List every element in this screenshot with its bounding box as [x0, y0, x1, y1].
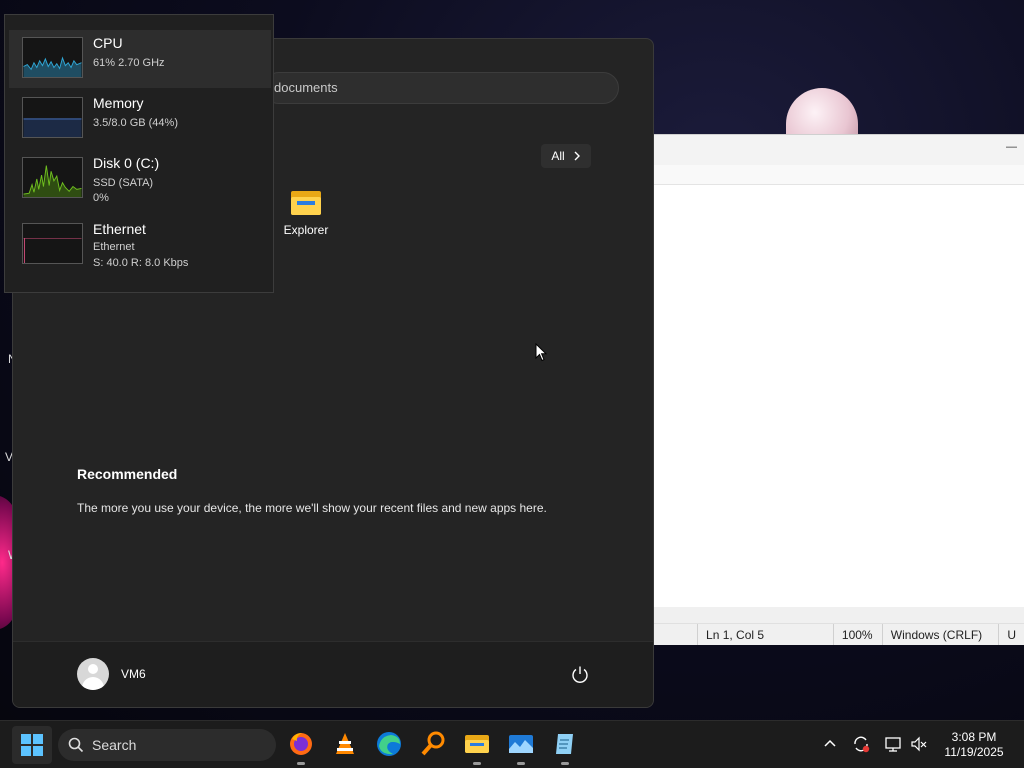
- perf-detail: Ethernet: [93, 241, 135, 253]
- encoding[interactable]: U: [998, 624, 1024, 645]
- file-explorer-icon[interactable]: [463, 730, 491, 765]
- cursor-position: Ln 1, Col 5: [697, 624, 833, 645]
- notepad-status-bar: Ln 1, Col 5 100% Windows (CRLF) U: [653, 623, 1024, 645]
- disk-graph: [22, 157, 83, 198]
- perf-item-disk[interactable]: Disk 0 (C:) SSD (SATA) 0%: [9, 150, 271, 208]
- minimize-button[interactable]: —: [1006, 141, 1018, 153]
- perf-detail: SSD (SATA): [93, 177, 154, 189]
- perf-item-ethernet[interactable]: Ethernet Ethernet S: 40.0 R: 8.0 Kbps: [9, 218, 271, 276]
- perf-name: Memory: [93, 95, 144, 111]
- zoom-level[interactable]: 100%: [832, 624, 882, 645]
- recommended-heading: Recommended: [77, 466, 178, 482]
- sync-alert-icon[interactable]: [852, 735, 870, 753]
- perf-detail: 3.5/8.0 GB (44%): [93, 117, 178, 129]
- taskbar-search-label: Search: [92, 737, 137, 753]
- recommended-empty-text: The more you use your device, the more w…: [77, 501, 547, 515]
- vlc-icon[interactable]: [331, 730, 359, 758]
- perf-detail: 61% 2.70 GHz: [93, 57, 165, 69]
- line-ending[interactable]: Windows (CRLF): [881, 624, 999, 645]
- perf-name: CPU: [93, 35, 123, 51]
- photos-icon[interactable]: [507, 730, 535, 765]
- search-magnifier-icon[interactable]: [419, 730, 447, 758]
- taskbar-search-box[interactable]: Search: [58, 729, 276, 761]
- cpu-graph: [22, 37, 83, 78]
- user-name[interactable]: VM6: [121, 667, 146, 681]
- notepad-text-area[interactable]: [653, 186, 1024, 607]
- search-icon: [68, 737, 84, 753]
- volume-muted-icon[interactable]: [910, 735, 928, 753]
- perf-item-cpu[interactable]: CPU 61% 2.70 GHz: [9, 30, 271, 88]
- perf-detail: S: 40.0 R: 8.0 Kbps: [93, 257, 189, 269]
- system-clock[interactable]: 3:08 PM 11/19/2025: [936, 730, 1012, 760]
- perf-name: Disk 0 (C:): [93, 155, 160, 171]
- start-search-placeholder: documents: [274, 80, 338, 95]
- chevron-up-icon[interactable]: [821, 735, 839, 753]
- windows-logo-icon: [21, 734, 43, 756]
- notepad-window: — Ln 1, Col 5 100% Windows (CRLF) U: [653, 134, 1024, 645]
- notepad-tab-strip: [653, 165, 1024, 185]
- firefox-icon[interactable]: [287, 730, 315, 765]
- ethernet-graph: [22, 223, 83, 264]
- taskbar: Search 3:08 PM 11/19/2025: [0, 720, 1024, 768]
- performance-summary-popup: CPU 61% 2.70 GHz Memory 3.5/8.0 GB (44%)…: [4, 14, 274, 293]
- horizontal-scrollbar[interactable]: [653, 607, 1024, 623]
- start-search-input[interactable]: documents: [263, 72, 619, 104]
- start-button[interactable]: [12, 726, 52, 764]
- perf-detail: 0%: [93, 192, 109, 204]
- mouse-cursor-icon: [535, 343, 547, 362]
- memory-graph: [22, 97, 83, 138]
- clock-date: 11/19/2025: [944, 745, 1004, 759]
- chevron-right-icon: [574, 151, 580, 161]
- pinned-app-label: Explorer: [283, 223, 329, 237]
- perf-name: Ethernet: [93, 221, 146, 237]
- edge-icon[interactable]: [375, 730, 403, 758]
- start-menu-footer: VM6: [13, 641, 653, 707]
- all-apps-label: All: [551, 149, 565, 163]
- all-apps-button[interactable]: All: [541, 144, 591, 168]
- clock-time: 3:08 PM: [951, 730, 997, 744]
- notepad-titlebar[interactable]: —: [653, 135, 1024, 165]
- user-avatar[interactable]: [77, 658, 109, 690]
- folder-icon: [291, 189, 321, 215]
- perf-item-memory[interactable]: Memory 3.5/8.0 GB (44%): [9, 90, 271, 148]
- notepad-icon[interactable]: [551, 730, 579, 765]
- pinned-app-explorer[interactable]: Explorer: [271, 189, 341, 237]
- network-monitor-icon[interactable]: [884, 735, 902, 753]
- power-icon[interactable]: [569, 664, 591, 686]
